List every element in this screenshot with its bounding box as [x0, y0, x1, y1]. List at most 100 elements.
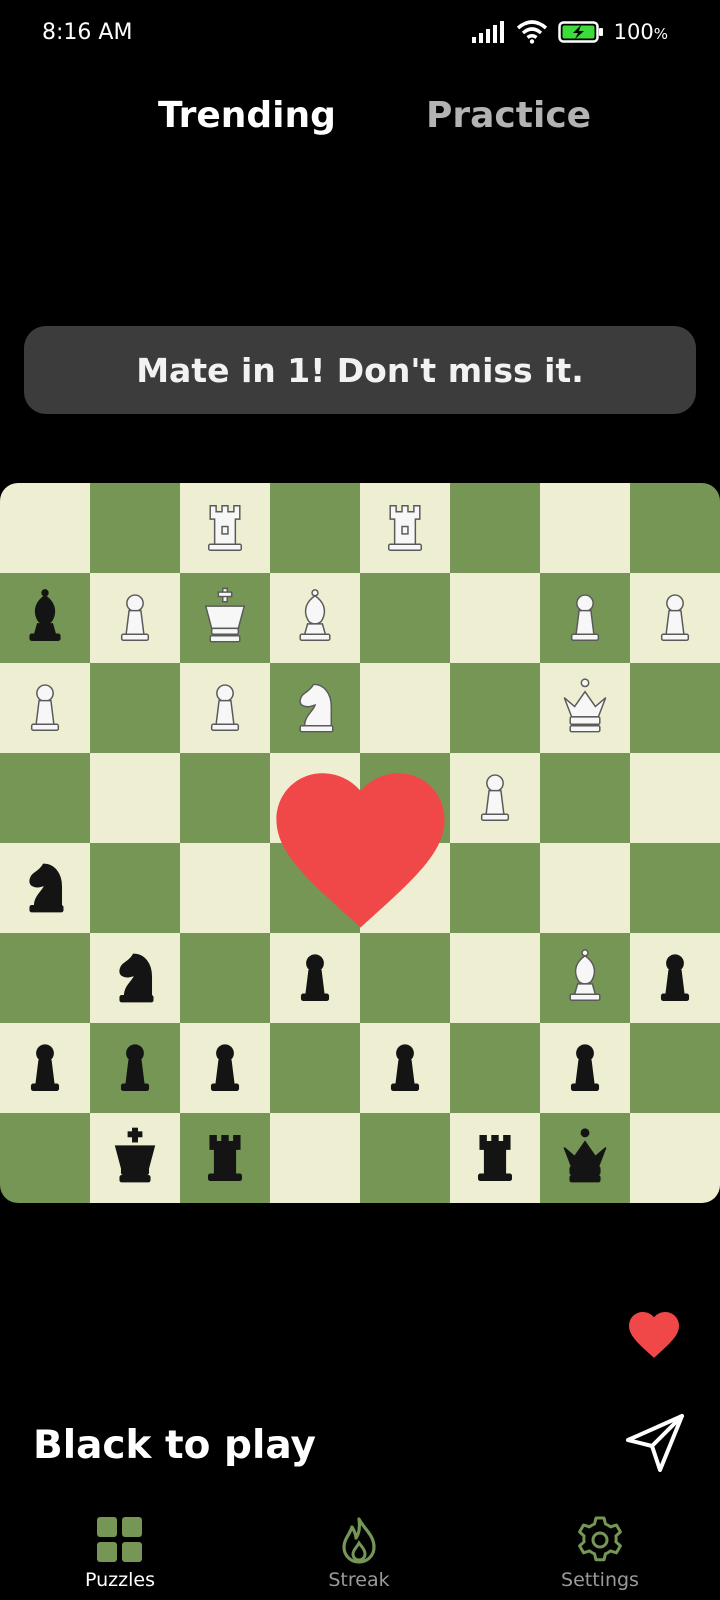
board-square[interactable]	[180, 933, 270, 1023]
board-square[interactable]	[630, 1113, 720, 1203]
black-pawn-icon[interactable]	[98, 1031, 172, 1105]
black-rook-icon[interactable]	[188, 1121, 262, 1195]
black-knight-icon[interactable]	[98, 941, 172, 1015]
board-square[interactable]	[270, 933, 360, 1023]
board-square[interactable]	[90, 843, 180, 933]
white-pawn-icon[interactable]	[548, 581, 622, 655]
nav-settings[interactable]: Settings	[520, 1505, 680, 1600]
board-square[interactable]	[630, 663, 720, 753]
like-button[interactable]	[624, 1304, 684, 1360]
board-square[interactable]	[360, 843, 450, 933]
board-square[interactable]	[90, 573, 180, 663]
board-square[interactable]	[360, 933, 450, 1023]
board-square[interactable]	[0, 1113, 90, 1203]
white-pawn-icon[interactable]	[188, 671, 262, 745]
board-square[interactable]	[270, 663, 360, 753]
black-bishop-icon[interactable]	[8, 581, 82, 655]
board-square[interactable]	[450, 753, 540, 843]
board-square[interactable]	[270, 1023, 360, 1113]
white-pawn-icon[interactable]	[458, 761, 532, 835]
board-square[interactable]	[0, 663, 90, 753]
board-square[interactable]	[540, 1023, 630, 1113]
board-square[interactable]	[360, 1023, 450, 1113]
white-bishop-icon[interactable]	[278, 581, 352, 655]
white-rook-icon[interactable]	[368, 491, 442, 565]
board-square[interactable]	[360, 573, 450, 663]
black-king-icon[interactable]	[98, 1121, 172, 1195]
board-square[interactable]	[540, 933, 630, 1023]
tab-practice[interactable]: Practice	[426, 95, 591, 136]
board-square[interactable]	[360, 753, 450, 843]
white-knight-icon[interactable]	[278, 671, 352, 745]
board-square[interactable]	[450, 483, 540, 573]
board-square[interactable]	[270, 753, 360, 843]
board-square[interactable]	[540, 483, 630, 573]
board-square[interactable]	[0, 753, 90, 843]
board-square[interactable]	[540, 1113, 630, 1203]
board-square[interactable]	[630, 753, 720, 843]
board-square[interactable]	[90, 663, 180, 753]
board-square[interactable]	[540, 753, 630, 843]
black-pawn-icon[interactable]	[548, 1031, 622, 1105]
board-square[interactable]	[450, 933, 540, 1023]
white-king-icon[interactable]	[188, 581, 262, 655]
nav-puzzles[interactable]: Puzzles	[40, 1505, 200, 1600]
black-pawn-icon[interactable]	[188, 1031, 262, 1105]
black-pawn-icon[interactable]	[8, 1031, 82, 1105]
board-square[interactable]	[90, 1113, 180, 1203]
board-square[interactable]	[90, 1023, 180, 1113]
white-pawn-icon[interactable]	[8, 671, 82, 745]
board-square[interactable]	[630, 573, 720, 663]
black-knight-icon[interactable]	[8, 851, 82, 925]
board-square[interactable]	[0, 843, 90, 933]
white-rook-icon[interactable]	[188, 491, 262, 565]
board-square[interactable]	[630, 483, 720, 573]
black-rook-icon[interactable]	[458, 1121, 532, 1195]
board-square[interactable]	[630, 1023, 720, 1113]
board-square[interactable]	[540, 843, 630, 933]
board-square[interactable]	[540, 573, 630, 663]
board-square[interactable]	[0, 573, 90, 663]
board-square[interactable]	[0, 1023, 90, 1113]
board-square[interactable]	[450, 843, 540, 933]
black-queen-icon[interactable]	[548, 1121, 622, 1195]
nav-streak-label: Streak	[328, 1569, 390, 1591]
board-square[interactable]	[270, 573, 360, 663]
black-pawn-icon[interactable]	[368, 1031, 442, 1105]
board-square[interactable]	[450, 1113, 540, 1203]
board-square[interactable]	[180, 483, 270, 573]
board-square[interactable]	[180, 1023, 270, 1113]
board-square[interactable]	[180, 843, 270, 933]
white-pawn-icon[interactable]	[98, 581, 172, 655]
board-square[interactable]	[360, 1113, 450, 1203]
board-square[interactable]	[0, 483, 90, 573]
board-square[interactable]	[360, 483, 450, 573]
board-square[interactable]	[90, 483, 180, 573]
white-queen-icon[interactable]	[548, 671, 622, 745]
nav-streak[interactable]: Streak	[279, 1505, 439, 1600]
board-square[interactable]	[180, 573, 270, 663]
board-square[interactable]	[450, 573, 540, 663]
board-square[interactable]	[180, 753, 270, 843]
board-square[interactable]	[630, 843, 720, 933]
board-square[interactable]	[90, 933, 180, 1023]
board-square[interactable]	[270, 1113, 360, 1203]
board-square[interactable]	[450, 663, 540, 753]
tab-trending[interactable]: Trending	[158, 95, 336, 136]
black-pawn-icon[interactable]	[638, 941, 712, 1015]
board-square[interactable]	[270, 843, 360, 933]
board-square[interactable]	[180, 663, 270, 753]
board-square[interactable]	[540, 663, 630, 753]
chess-board[interactable]	[0, 483, 720, 1203]
board-square[interactable]	[630, 933, 720, 1023]
board-square[interactable]	[450, 1023, 540, 1113]
white-pawn-icon[interactable]	[638, 581, 712, 655]
board-square[interactable]	[180, 1113, 270, 1203]
black-pawn-icon[interactable]	[278, 941, 352, 1015]
white-bishop-icon[interactable]	[548, 941, 622, 1015]
board-square[interactable]	[90, 753, 180, 843]
board-square[interactable]	[360, 663, 450, 753]
board-square[interactable]	[270, 483, 360, 573]
send-icon[interactable]	[622, 1410, 688, 1476]
board-square[interactable]	[0, 933, 90, 1023]
